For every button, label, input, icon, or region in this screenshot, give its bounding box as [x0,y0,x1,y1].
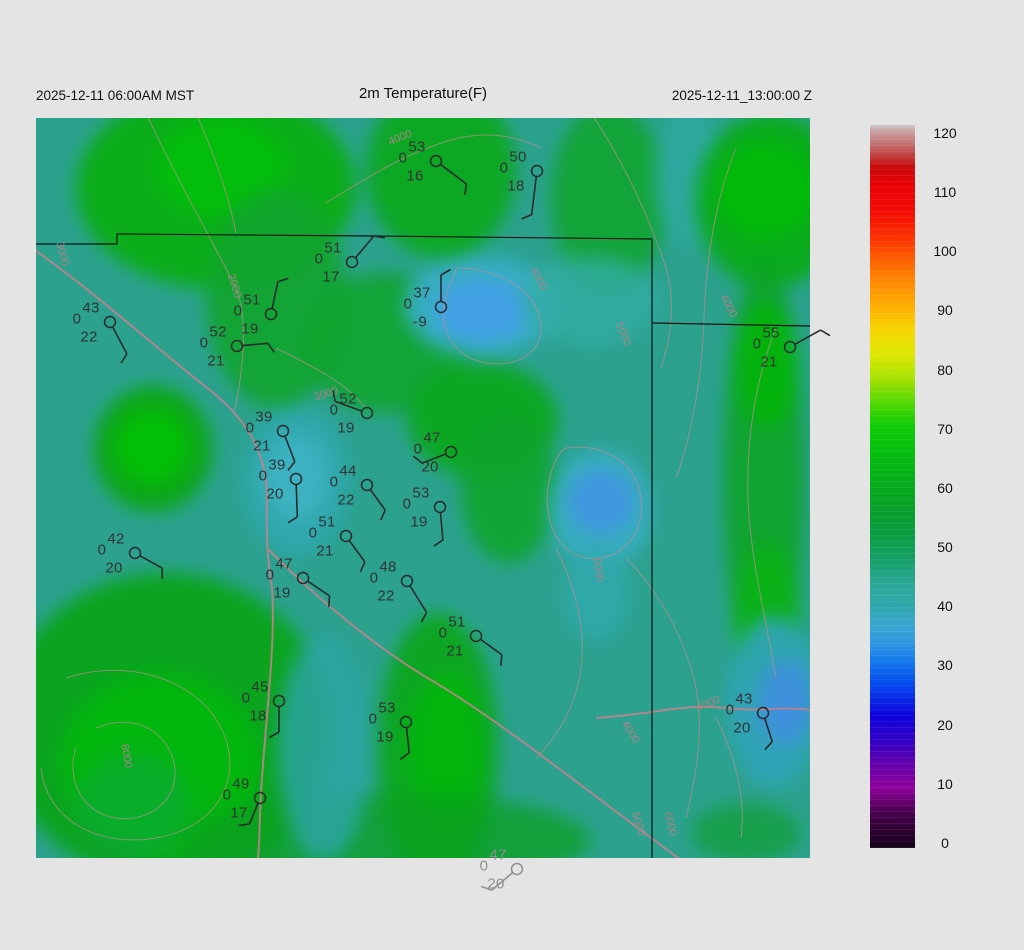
road-northwest-south [36,249,274,858]
colorbar [870,125,915,848]
road-southeast-diagonal [266,547,680,858]
colorbar-tick-label: 90 [937,302,953,319]
elevation-contours [40,118,777,841]
station-dewpoint: 20 [487,875,505,893]
colorbar-tick-label: 0 [941,835,949,851]
station-plot-symbol [481,862,524,891]
wind-barb-tick [820,329,831,337]
roads [36,249,810,858]
colorbar-tick-label: 50 [937,539,953,556]
colorbar-tick-label: 80 [937,361,953,378]
colorbar-tick-label: 120 [933,124,957,141]
wind-barb-shaft [491,871,514,891]
colorbar-tick-label: 70 [937,420,953,437]
colorbar-tick-label: 20 [937,716,953,733]
county-borders [36,233,810,858]
weather-map-page: 2025-12-11 06:00AM MST 2m Temperature(F)… [0,0,1024,950]
station-circle [510,862,524,876]
colorbar-tick-label: 10 [937,775,953,792]
colorbar-tick-label: 40 [937,598,953,615]
wind-barb-tick [481,885,492,891]
border-horizontal-east [651,322,810,327]
colorbar-tick-label: 100 [933,243,957,260]
colorbar-tick-label: 30 [937,657,953,674]
temperature-map: 2000 3000 4000 4000 5000 3000 6000 4000 4000 5000… [36,118,810,858]
border-horizontal-north [36,233,653,245]
colorbar-tick-label: 60 [937,479,953,496]
map-overlay [36,118,810,858]
station-aux-value: 0 [479,857,489,875]
valid-time-utc: 2025-12-11_13:00:00 Z [671,88,812,103]
colorbar-tick-label: 110 [933,184,957,201]
